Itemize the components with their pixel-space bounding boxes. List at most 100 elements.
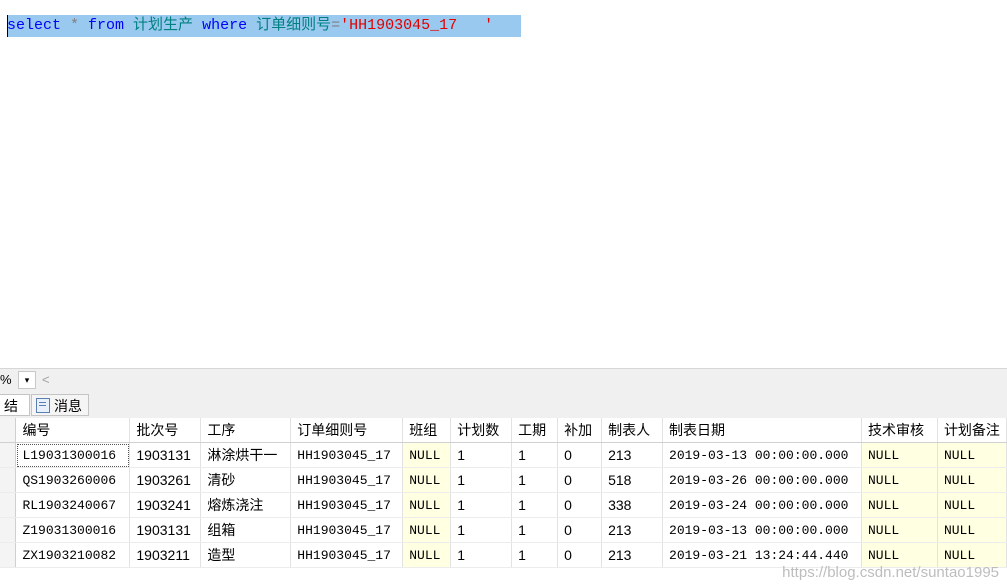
results-tabs: 结果 消息: [0, 392, 1007, 436]
table-cell[interactable]: NULL: [937, 517, 1007, 543]
table-cell[interactable]: 0: [557, 467, 603, 493]
query-editor[interactable]: select * from 计划生产 where 订单细则号='HH190304…: [0, 0, 1007, 368]
table-cell[interactable]: NULL: [937, 492, 1007, 518]
row-header[interactable]: [0, 442, 17, 468]
table-row[interactable]: L19031300016 1903131 淋涂烘干一 HH1903045_17 NULL…: [0, 442, 1007, 468]
table-cell[interactable]: HH1903045_17: [290, 467, 404, 493]
row-header[interactable]: [0, 492, 17, 518]
table-cell[interactable]: 造型: [200, 542, 292, 568]
column-header[interactable]: 计划数: [450, 418, 513, 443]
table-cell[interactable]: L19031300016: [15, 442, 131, 468]
table-cell[interactable]: 0: [557, 542, 603, 568]
sql-token: 计划生产: [124, 17, 203, 34]
column-header[interactable]: 计划备注: [937, 418, 1007, 443]
table-cell[interactable]: 1: [511, 467, 559, 493]
table-cell[interactable]: Z19031300016: [15, 517, 131, 543]
table-cell[interactable]: NULL: [861, 467, 938, 493]
table-cell[interactable]: 0: [557, 442, 603, 468]
zoom-dropdown-icon[interactable]: ▾: [18, 371, 36, 389]
sql-token: where: [202, 17, 248, 34]
column-header[interactable]: 技术审核: [861, 418, 938, 443]
table-cell[interactable]: 518: [601, 467, 664, 493]
text-caret: [7, 15, 8, 37]
table-cell[interactable]: 2019-03-13 00:00:00.000: [662, 442, 862, 468]
table-row[interactable]: Z19031300016 1903131 组箱 HH1903045_17 NULL 1 1 0…: [0, 517, 1007, 543]
row-header[interactable]: [0, 517, 17, 543]
tab-results[interactable]: 结果: [0, 394, 30, 436]
table-cell[interactable]: RL1903240067: [15, 492, 131, 518]
table-cell[interactable]: 清砂: [200, 467, 292, 493]
column-header[interactable]: 制表人: [601, 418, 664, 443]
zoom-level: %: [0, 372, 12, 387]
table-cell[interactable]: 213: [601, 442, 664, 468]
table-cell[interactable]: NULL: [402, 442, 452, 468]
table-cell[interactable]: 1: [450, 492, 513, 518]
table-cell[interactable]: ZX1903210082: [15, 542, 131, 568]
table-cell[interactable]: 1903261: [129, 467, 202, 493]
table-cell[interactable]: NULL: [402, 492, 452, 518]
table-cell[interactable]: 1: [450, 442, 513, 468]
row-header[interactable]: [0, 467, 17, 493]
table-cell[interactable]: 1903131: [129, 517, 202, 543]
results-grid[interactable]: 编号 批次号 工序 订单细则号 班组 计划数 工期 补加 制表人 制表日期 技术审核 计划备注 L19…: [0, 418, 1007, 587]
sql-token: *: [61, 17, 89, 34]
table-cell[interactable]: 1903211: [129, 542, 202, 568]
table-cell[interactable]: NULL: [861, 517, 938, 543]
grid-header-row: 编号 批次号 工序 订单细则号 班组 计划数 工期 补加 制表人 制表日期 技术审核 计划备注: [0, 418, 1007, 443]
result-table: 编号 批次号 工序 订单细则号 班组 计划数 工期 补加 制表人 制表日期 技术审核 计划备注 L19…: [0, 418, 1007, 568]
table-cell[interactable]: QS1903260006: [15, 467, 131, 493]
table-cell[interactable]: 1: [511, 442, 559, 468]
table-cell[interactable]: NULL: [937, 467, 1007, 493]
table-cell[interactable]: 1: [450, 467, 513, 493]
tab-messages-label: 消息: [54, 398, 82, 414]
row-header-corner: [0, 418, 17, 443]
table-cell[interactable]: NULL: [861, 492, 938, 518]
table-cell[interactable]: NULL: [402, 542, 452, 568]
table-cell[interactable]: 213: [601, 517, 664, 543]
sql-query-line[interactable]: select * from 计划生产 where 订单细则号='HH190304…: [7, 15, 493, 37]
table-cell[interactable]: HH1903045_17: [290, 492, 404, 518]
table-cell[interactable]: 0: [557, 492, 603, 518]
table-cell[interactable]: 2019-03-13 00:00:00.000: [662, 517, 862, 543]
table-cell[interactable]: 2019-03-26 00:00:00.000: [662, 467, 862, 493]
table-cell[interactable]: NULL: [402, 517, 452, 543]
row-header[interactable]: [0, 542, 17, 568]
column-header[interactable]: 工序: [200, 418, 292, 443]
table-cell[interactable]: 213: [601, 542, 664, 568]
column-header[interactable]: 批次号: [129, 418, 202, 443]
column-header[interactable]: 制表日期: [662, 418, 862, 443]
column-header[interactable]: 班组: [402, 418, 452, 443]
table-cell[interactable]: 淋涂烘干一: [200, 442, 292, 468]
table-cell[interactable]: 338: [601, 492, 664, 518]
tab-messages[interactable]: 消息: [31, 394, 89, 416]
column-header[interactable]: 订单细则号: [290, 418, 404, 443]
table-cell[interactable]: 组箱: [200, 517, 292, 543]
table-row[interactable]: QS1903260006 1903261 清砂 HH1903045_17 NULL 1 1 0…: [0, 467, 1007, 493]
column-header[interactable]: 工期: [511, 418, 559, 443]
zoom-bar: % ▾ <: [0, 368, 1007, 393]
table-cell[interactable]: HH1903045_17: [290, 542, 404, 568]
table-cell[interactable]: 1: [450, 517, 513, 543]
table-cell[interactable]: HH1903045_17: [290, 517, 404, 543]
column-header[interactable]: 补加: [557, 418, 603, 443]
sql-token: 订单细则号: [247, 17, 332, 34]
sql-token: from: [88, 17, 125, 34]
table-cell[interactable]: 1903241: [129, 492, 202, 518]
table-cell[interactable]: 1: [511, 517, 559, 543]
table-row[interactable]: RL1903240067 1903241 熔炼浇注 HH1903045_17 NULL 1…: [0, 492, 1007, 518]
table-cell[interactable]: 熔炼浇注: [200, 492, 292, 518]
table-cell[interactable]: NULL: [861, 442, 938, 468]
table-cell[interactable]: 1: [511, 542, 559, 568]
sql-token: select: [7, 17, 62, 34]
table-cell[interactable]: NULL: [937, 442, 1007, 468]
sql-token: 'HH1903045_17 ': [340, 17, 494, 34]
scroll-left-icon[interactable]: <: [42, 372, 50, 387]
table-cell[interactable]: 0: [557, 517, 603, 543]
table-cell[interactable]: 2019-03-24 00:00:00.000: [662, 492, 862, 518]
column-header[interactable]: 编号: [15, 418, 131, 443]
table-cell[interactable]: NULL: [402, 467, 452, 493]
table-cell[interactable]: 1903131: [129, 442, 202, 468]
table-cell[interactable]: HH1903045_17: [290, 442, 404, 468]
table-cell[interactable]: 1: [450, 542, 513, 568]
table-cell[interactable]: 1: [511, 492, 559, 518]
